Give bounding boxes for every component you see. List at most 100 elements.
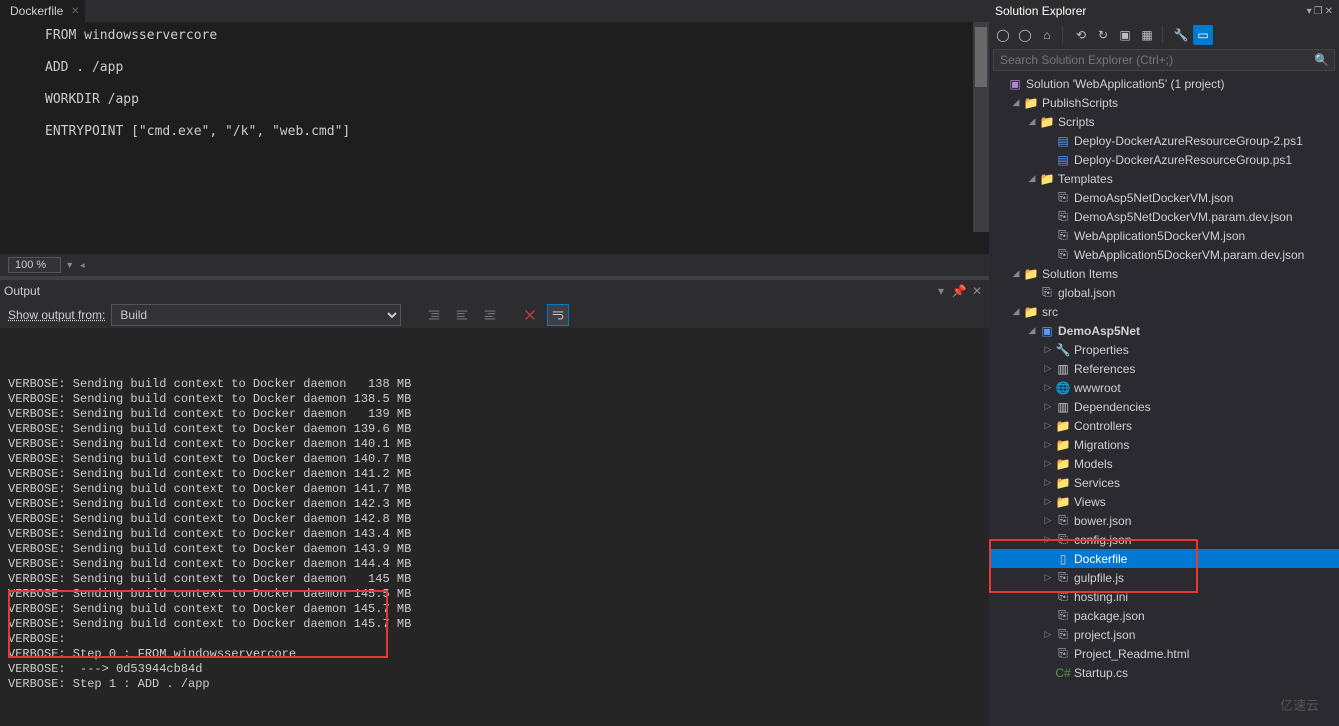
left-panel: Dockerfile ✕ FROM windowsservercore ADD … <box>0 0 989 726</box>
tree-item[interactable]: ▷🌐wwwroot <box>989 378 1339 397</box>
tree-item[interactable]: C#Startup.cs <box>989 663 1339 682</box>
expand-open-icon[interactable]: ◢ <box>1009 268 1023 279</box>
expand-closed-icon[interactable]: ▷ <box>1041 477 1055 488</box>
expand-closed-icon[interactable]: ▷ <box>1041 382 1055 393</box>
expand-open-icon[interactable]: ◢ <box>1009 306 1023 317</box>
expand-closed-icon[interactable]: ▷ <box>1041 534 1055 545</box>
tree-item[interactable]: ▷📁Views <box>989 492 1339 511</box>
tree-item-label: bower.json <box>1074 514 1131 528</box>
expand-open-icon[interactable]: ◢ <box>1025 325 1039 336</box>
dropdown-icon[interactable]: ▾ <box>1307 6 1312 17</box>
tree-item[interactable]: ▷▥References <box>989 359 1339 378</box>
dropdown-icon[interactable]: ▾ <box>933 283 949 299</box>
code-line <box>45 44 989 60</box>
tree-item-label: Templates <box>1058 172 1113 186</box>
tree-item[interactable]: ▷⎘config.json <box>989 530 1339 549</box>
tree-item-label: Dockerfile <box>1074 552 1127 566</box>
tree-item[interactable]: ◢📁PublishScripts <box>989 93 1339 112</box>
expand-closed-icon[interactable]: ▷ <box>1041 401 1055 412</box>
expand-closed-icon[interactable]: ▷ <box>1041 420 1055 431</box>
tree-item[interactable]: ⎘package.json <box>989 606 1339 625</box>
tree-item[interactable]: ⎘WebApplication5DockerVM.json <box>989 226 1339 245</box>
output-line: VERBOSE: Step 0 : FROM windowsservercore <box>8 647 981 662</box>
tree-item[interactable]: ▤Deploy-DockerAzureResourceGroup.ps1 <box>989 150 1339 169</box>
expand-closed-icon[interactable]: ▷ <box>1041 363 1055 374</box>
tree-item[interactable]: ▤Deploy-DockerAzureResourceGroup-2.ps1 <box>989 131 1339 150</box>
back-icon[interactable]: ◯ <box>993 25 1013 45</box>
expand-closed-icon[interactable]: ▷ <box>1041 515 1055 526</box>
output-line: VERBOSE: Sending build context to Docker… <box>8 422 981 437</box>
expand-open-icon[interactable]: ◢ <box>1025 116 1039 127</box>
show-all-icon[interactable]: ▦ <box>1137 25 1157 45</box>
tree-item[interactable]: ▷📁Migrations <box>989 435 1339 454</box>
expand-closed-icon[interactable]: ▷ <box>1041 439 1055 450</box>
sync-icon[interactable]: ⟲ <box>1071 25 1091 45</box>
expand-open-icon[interactable]: ◢ <box>1009 97 1023 108</box>
expand-closed-icon[interactable]: ▷ <box>1041 629 1055 640</box>
tree-item[interactable]: ◢📁Templates <box>989 169 1339 188</box>
editor-scrollbar[interactable] <box>973 22 989 232</box>
wrench-icon: 🔧 <box>1055 342 1071 358</box>
output-title: Output <box>4 284 40 298</box>
expand-closed-icon[interactable]: ▷ <box>1041 496 1055 507</box>
tree-item[interactable]: ◢📁Scripts <box>989 112 1339 131</box>
expand-open-icon[interactable]: ◢ <box>1025 173 1039 184</box>
output-line: VERBOSE: Sending build context to Docker… <box>8 437 981 452</box>
tree-item[interactable]: ▯Dockerfile <box>989 549 1339 568</box>
indent-left2-icon[interactable] <box>451 304 473 326</box>
preview-icon[interactable]: ▭ <box>1193 25 1213 45</box>
zoom-select[interactable]: 100 % <box>8 257 61 273</box>
chevron-down-icon[interactable]: ▼ <box>65 260 74 270</box>
expand-closed-icon[interactable]: ▷ <box>1041 344 1055 355</box>
properties-icon[interactable]: 🔧 <box>1171 25 1191 45</box>
pin-icon[interactable]: 📌 <box>951 283 967 299</box>
tree-item[interactable]: ▷⎘gulpfile.js <box>989 568 1339 587</box>
clear-all-icon[interactable] <box>519 304 541 326</box>
close-icon[interactable]: ✕ <box>969 283 985 299</box>
tree-item-label: Scripts <box>1058 115 1095 129</box>
indent-right-icon[interactable] <box>479 304 501 326</box>
tree-item[interactable]: ⎘WebApplication5DockerVM.param.dev.json <box>989 245 1339 264</box>
tree-item[interactable]: ▷🔧Properties <box>989 340 1339 359</box>
tree-item[interactable]: ⎘DemoAsp5NetDockerVM.json <box>989 188 1339 207</box>
json-icon: ⎘ <box>1055 513 1071 529</box>
tree-item[interactable]: ⎘hosting.ini <box>989 587 1339 606</box>
tree-item[interactable]: ▷📁Services <box>989 473 1339 492</box>
forward-icon[interactable]: ◯ <box>1015 25 1035 45</box>
output-text[interactable]: VERBOSE: Sending build context to Docker… <box>0 328 989 726</box>
tree-item[interactable]: ▷⎘bower.json <box>989 511 1339 530</box>
expand-closed-icon[interactable]: ▷ <box>1041 458 1055 469</box>
word-wrap-icon[interactable] <box>547 304 569 326</box>
search-icon[interactable]: 🔍 <box>1314 53 1329 67</box>
output-source-select[interactable]: Build <box>111 304 401 326</box>
window-icon[interactable]: ❐ <box>1314 6 1323 17</box>
json-icon: ⎘ <box>1055 228 1071 244</box>
tree-item[interactable]: ▷📁Models <box>989 454 1339 473</box>
tree-item[interactable]: ▷⎘project.json <box>989 625 1339 644</box>
close-icon[interactable]: ✕ <box>71 6 79 17</box>
file-icon: ▯ <box>1055 551 1071 567</box>
home-icon[interactable]: ⌂ <box>1037 25 1057 45</box>
tree-item[interactable]: ◢▣DemoAsp5Net <box>989 321 1339 340</box>
tree-item[interactable]: ◢📁Solution Items <box>989 264 1339 283</box>
indent-left-icon[interactable] <box>423 304 445 326</box>
tree-item[interactable]: ⎘global.json <box>989 283 1339 302</box>
close-icon[interactable]: ✕ <box>1325 6 1333 17</box>
folder-icon: 📁 <box>1055 437 1071 453</box>
tree-item[interactable]: ◢📁src <box>989 302 1339 321</box>
tree-solution-root[interactable]: ▣ Solution 'WebApplication5' (1 project) <box>989 74 1339 93</box>
editor-tab-dockerfile[interactable]: Dockerfile ✕ <box>0 0 85 22</box>
refresh-icon[interactable]: ↻ <box>1093 25 1113 45</box>
output-line: VERBOSE: Sending build context to Docker… <box>8 482 981 497</box>
tree-item[interactable]: ▷▥Dependencies <box>989 397 1339 416</box>
collapse-icon[interactable]: ▣ <box>1115 25 1135 45</box>
expand-closed-icon[interactable]: ▷ <box>1041 572 1055 583</box>
chevron-left-icon[interactable]: ◂ <box>80 260 85 271</box>
code-editor[interactable]: FROM windowsservercore ADD . /app WORKDI… <box>0 22 989 232</box>
tree-item[interactable]: ⎘Project_Readme.html <box>989 644 1339 663</box>
output-line: VERBOSE: Step 1 : ADD . /app <box>8 677 981 692</box>
search-input[interactable] <box>993 49 1335 71</box>
se-tree[interactable]: ▣ Solution 'WebApplication5' (1 project)… <box>989 72 1339 726</box>
tree-item[interactable]: ▷📁Controllers <box>989 416 1339 435</box>
tree-item[interactable]: ⎘DemoAsp5NetDockerVM.param.dev.json <box>989 207 1339 226</box>
